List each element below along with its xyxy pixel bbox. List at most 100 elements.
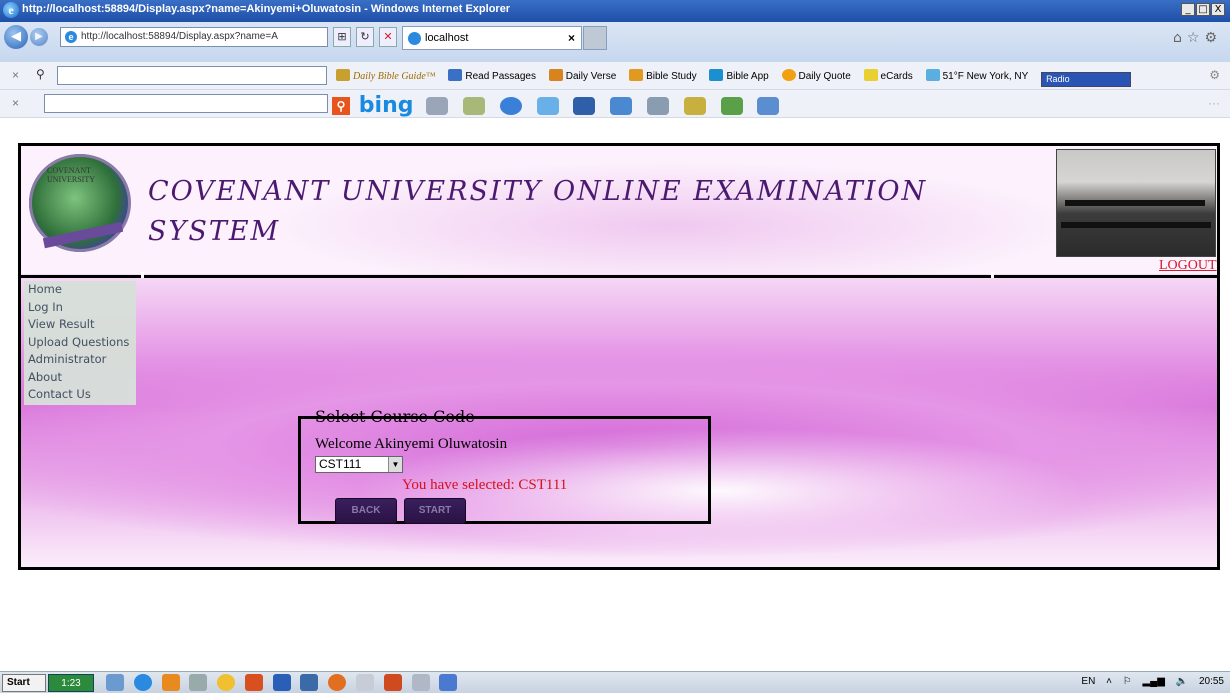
navigation-bar: ◀ ▶ e http://localhost:58894/Display.asp… [0,22,1230,62]
address-bar[interactable]: e http://localhost:58894/Display.aspx?na… [60,27,328,47]
chat-icon[interactable] [757,96,780,115]
active-task-button[interactable]: 1:23 [48,674,94,692]
volume-icon[interactable]: 🔈 [1176,676,1188,687]
toolbar-item-ecards[interactable]: eCards [863,69,913,82]
study-icon [629,69,644,81]
selection-message: You have selected: CST111 [402,477,568,493]
logo-text: COVENANT UNIVERSITY [47,166,95,184]
language-indicator[interactable]: EN [1081,676,1095,687]
outlook-icon[interactable] [300,674,319,691]
games-icon[interactable] [720,96,743,115]
weather-icon[interactable] [499,96,522,115]
stop-button[interactable]: ✕ [379,27,397,47]
new-tab-button[interactable] [583,26,607,50]
toolbar-item-bible-guide[interactable]: Daily Bible Guide™ [336,69,436,82]
travel-icon[interactable] [536,96,559,115]
toolbar-item-daily-verse[interactable]: Daily Verse [548,69,616,82]
refresh-button[interactable]: ↻ [356,27,374,47]
search-icon: ⚲ [36,67,45,81]
photo-detail [1061,222,1211,228]
window-title: http://localhost:58894/Display.aspx?name… [22,3,511,15]
radio-select[interactable]: Radio [1041,72,1132,87]
messenger-icon[interactable] [217,674,236,691]
bing-search-icon[interactable]: ⚲ [332,96,350,115]
maximize-button[interactable]: □ [1196,3,1210,16]
vlc-icon[interactable] [161,674,180,691]
tool-taskbar-icon[interactable] [411,674,430,691]
photo-detail [1065,200,1205,206]
close-toolbar-icon[interactable]: × [12,68,19,82]
exam-hall-photo [1056,149,1216,257]
tray-arrow-icon[interactable]: ˄ [1106,676,1112,687]
logout-link[interactable]: LOGOUT [1159,258,1217,274]
show-desktop-icon[interactable] [106,674,124,691]
weather-icon [925,69,940,81]
tool-icon[interactable] [426,96,449,115]
tab-close-icon[interactable]: × [568,27,575,49]
course-code-select[interactable]: CST111 ▼ [315,456,403,473]
bing-toolbar: × ⚲ bing ··· [0,90,1230,118]
toolbar-item-weather[interactable]: 51°F New York, NY [925,69,1028,82]
app-icon [709,69,724,81]
menu-item-log-in[interactable]: Log In [24,299,136,317]
menu-item-about[interactable]: About [24,369,136,387]
compatibility-button[interactable]: ⊞ [333,27,351,47]
minimize-button[interactable]: _ [1181,3,1195,16]
menu-item-home[interactable]: Home [24,281,136,299]
start-button[interactable]: Start [2,674,46,692]
address-text: http://localhost:58894/Display.aspx?name… [81,31,278,42]
toolbar-options-icon[interactable]: ⚙ [1209,68,1220,82]
quote-icon [781,69,796,81]
windows-taskbar: Start 1:23 EN ˄ ⚐ ▂▄▆ 🔈 20:55 [0,671,1230,693]
bing-search-input[interactable] [44,94,328,113]
close-window-button[interactable]: X [1211,3,1225,16]
menu-item-administrator[interactable]: Administrator [24,351,136,369]
page-title: COVENANT UNIVERSITY ONLINE EXAMINATION S… [148,176,928,247]
tab-label: localhost [425,32,469,44]
menu-item-view-result[interactable]: View Result [24,316,136,334]
side-menu: Home Log In View Result Upload Questions… [24,281,136,405]
video-icon[interactable] [646,96,669,115]
ecards-icon [863,69,878,81]
course-selection-panel: Select Course Code Welcome Akinyemi Oluw… [298,407,711,524]
ie-taskbar-icon[interactable] [133,674,152,691]
ie-logo-icon: e [3,2,19,18]
like-icon[interactable] [610,96,633,115]
toolbar-item-bible-app[interactable]: Bible App [709,69,769,82]
flag-icon[interactable]: ⚐ [1123,676,1132,687]
clock[interactable]: 20:55 [1199,676,1224,687]
link-icon[interactable] [439,674,458,691]
bible-toolbar: × ⚲ Daily Bible Guide™ Read Passages Dai… [0,62,1230,90]
back-button[interactable]: BACK [335,498,397,524]
toolbar-item-bible-study[interactable]: Bible Study [629,69,697,82]
network-icon[interactable]: ▂▄▆ [1142,676,1164,687]
media-icon[interactable] [244,674,263,691]
book-icon [448,69,463,81]
more-icon[interactable]: ··· [1208,96,1220,110]
firefox-icon[interactable] [328,674,347,691]
tab-ie-icon [408,32,421,45]
panel-legend: Select Course Code [313,407,477,426]
toolbar-item-daily-quote[interactable]: Daily Quote [781,69,851,82]
window-title-bar: e http://localhost:58894/Display.aspx?na… [0,0,1230,22]
notepad-icon[interactable] [356,674,375,691]
toolbar-item-radio[interactable]: Radio [1041,71,1132,87]
tab-localhost[interactable]: localhost × [402,26,582,50]
chevron-down-icon[interactable]: ▼ [388,457,402,472]
close-bing-toolbar-icon[interactable]: × [12,96,19,110]
toolbar-item-read-passages[interactable]: Read Passages [448,69,536,82]
browser-tools[interactable]: ⌂☆⚙ [1173,30,1222,46]
menu-item-upload-questions[interactable]: Upload Questions [24,334,136,352]
powerpoint-icon[interactable] [383,674,402,691]
forward-arrow-icon[interactable]: ▶ [30,28,48,46]
word-icon[interactable] [272,674,291,691]
start-button[interactable]: START [404,498,466,524]
map-icon[interactable] [463,96,486,115]
bing-logo: bing [358,93,414,118]
shopping-icon[interactable] [683,96,706,115]
calendar-app-icon[interactable] [189,674,208,691]
toolbar-search-input[interactable] [57,66,327,85]
back-arrow-icon[interactable]: ◀ [4,25,28,49]
menu-item-contact-us[interactable]: Contact Us [24,386,136,404]
facebook-icon[interactable] [573,96,596,115]
